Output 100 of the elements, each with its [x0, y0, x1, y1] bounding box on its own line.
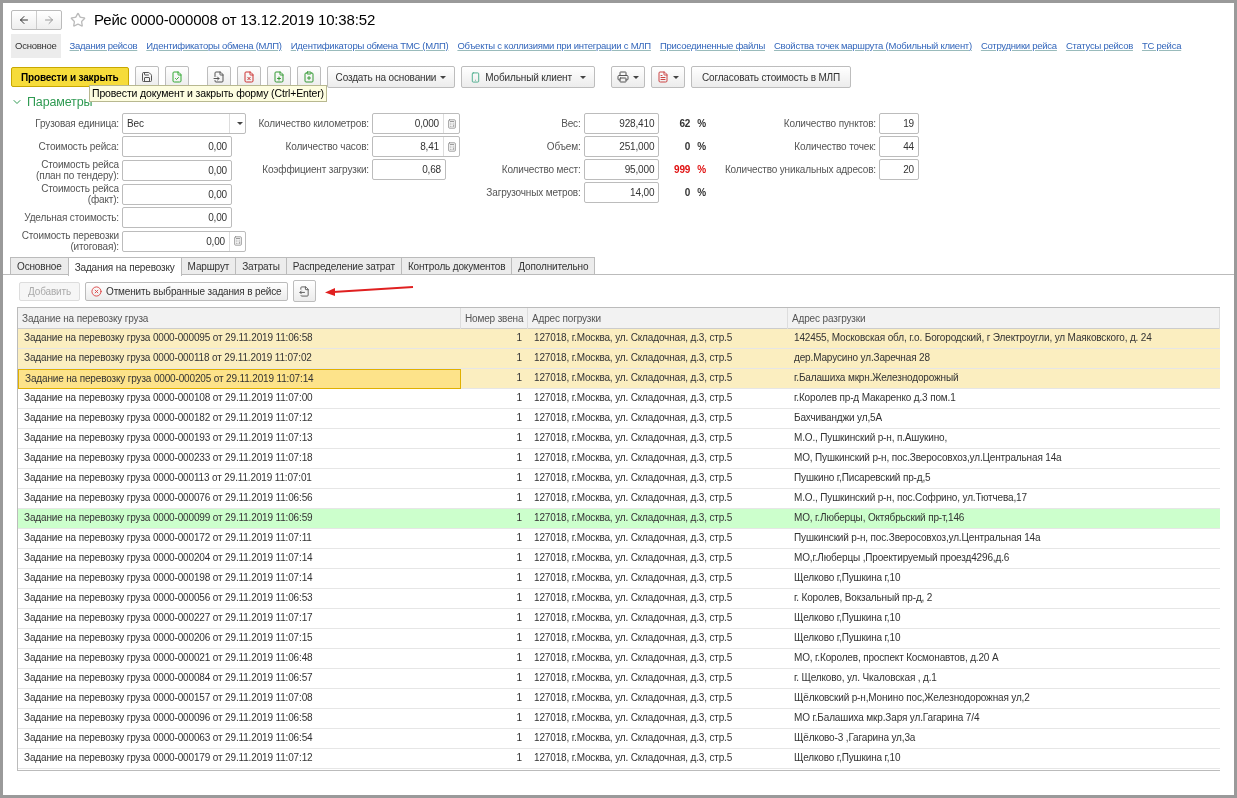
post-button[interactable] [164, 66, 189, 88]
number-field[interactable]: 0,00 [122, 207, 232, 228]
table-cell-text: 127018, г.Москва, ул. Складочная, д.3, стр.5 [533, 551, 734, 565]
nav-link[interactable]: Свойства точек маршрута (Мобильный клиент) [774, 38, 972, 54]
table-cell-text: 1 [515, 411, 523, 425]
tooltip: Провести документ и закрыть форму (Ctrl+Enter) [89, 85, 327, 102]
cancel-selected-button[interactable]: Отменить выбранные задания в рейсе [85, 281, 288, 301]
approve-cost-button[interactable]: Согласовать стоимость в МЛП [690, 66, 852, 88]
table-cell-text: 1 [515, 371, 523, 385]
table-cell-text: 127018, г.Москва, ул. Складочная, д.3, стр.5 [533, 471, 734, 485]
field-label: Стоимость рейса: [37, 141, 119, 152]
percent-value: 999 [673, 163, 691, 177]
table-cell-text: 127018, г.Москва, ул. Складочная, д.3, стр.5 [533, 611, 734, 625]
paste-button[interactable] [296, 66, 321, 88]
tab[interactable]: Дополнительно [511, 257, 596, 274]
table-row[interactable]: Задание на перевозку груза 0000-000076 от 29.11.2019 11:06:56 1 127018, г.Москва, ул. Складочная, д.3, стр.5 М.О., Пушкинский р-н, пос.Софрино, ул.Тютчева,17 [18, 489, 1220, 509]
window-title: Рейс 0000-000008 от 13.12.2019 10:38:52 [94, 9, 376, 30]
nav-link[interactable]: Статусы рейсов [1065, 38, 1133, 54]
select-field[interactable]: Вес [122, 113, 246, 134]
table-cell-text: 1 [515, 511, 523, 525]
number-field[interactable]: 0,68 [372, 159, 446, 180]
table-cell-text: 1 [515, 711, 523, 725]
table-cell: Задание на перевозку груза 0000-000205 от 29.11.2019 11:07:14 [18, 369, 461, 389]
report-button[interactable] [650, 66, 685, 88]
table-cell-text: г.Королев пр-д Макаренко д.3 пом.1 [793, 391, 957, 405]
table-row[interactable]: Задание на перевозку груза 0000-000099 от 29.11.2019 11:06:59 1 127018, г.Москва, ул. Складочная, д.3, стр.5 МО, г.Люберцы, Октябрьский пр-т,146 [18, 509, 1220, 529]
star-icon[interactable] [70, 12, 86, 28]
table-cell-text: 127018, г.Москва, ул. Складочная, д.3, стр.5 [533, 431, 734, 445]
nav-link[interactable]: Объекты с коллизиями при интеграции с МЛП [457, 38, 651, 54]
number-field[interactable]: 19 [879, 113, 919, 134]
table-row[interactable]: Задание на перевозку груза 0000-000118 от 29.11.2019 11:07:02 1 127018, г.Москва, ул. Складочная, д.3, стр.5 дер.Марусино ул.Заречная 28 [18, 349, 1220, 369]
printer-icon [616, 71, 629, 83]
nav-link[interactable]: Идентификаторы обмена (МЛП) [146, 38, 282, 54]
document-arrow-icon [212, 71, 225, 83]
number-field[interactable]: 95,000 [583, 159, 660, 180]
table-row[interactable]: Задание на перевозку груза 0000-000205 от 29.11.2019 11:07:14 1 127018, г.Москва, ул. Складочная, д.3, стр.5 г.Балашиха мкрн.Железнодорожный [18, 369, 1220, 389]
table-cell-text: Задание на перевозку груза 0000-000182 от 29.11.2019 11:07:12 [23, 411, 314, 425]
document-cross-icon [242, 71, 255, 83]
tab[interactable]: Основное [10, 257, 69, 274]
table-cell-text: 127018, г.Москва, ул. Складочная, д.3, стр.5 [533, 531, 734, 545]
calculator-icon[interactable] [446, 141, 457, 152]
number-field[interactable]: 44 [879, 136, 919, 157]
tab[interactable]: Затраты [235, 257, 287, 274]
print-button[interactable] [610, 66, 645, 88]
document-button[interactable] [206, 66, 231, 88]
table-cell-text: Задание на перевозку груза 0000-000063 от 29.11.2019 11:06:54 [23, 731, 314, 745]
save-button[interactable] [134, 66, 159, 88]
field-label: Количество уникальных адресов: [723, 163, 876, 177]
number-field[interactable]: 0,00 [122, 159, 232, 181]
table-cell-text: 1 [515, 631, 523, 645]
tab[interactable]: Распределение затрат [285, 257, 402, 274]
nav-link[interactable]: Основное [11, 34, 61, 58]
table-cell-text: Щелково г,Пушкина г,10 [793, 611, 902, 625]
tab[interactable]: Маршрут [180, 257, 237, 274]
number-field[interactable]: 14,00 [583, 182, 660, 203]
mobile-client-button[interactable]: Мобильный клиент [461, 66, 595, 88]
table-cell-text: МО, г.Люберцы, Октябрьский пр-т,146 [793, 511, 966, 525]
table-cell-text: 127018, г.Москва, ул. Складочная, д.3, стр.5 [533, 571, 734, 585]
export-button[interactable] [292, 280, 316, 302]
forward-arrow-icon[interactable] [43, 14, 55, 26]
number-field[interactable]: 0,000 [372, 113, 460, 134]
percent-unit: % [697, 163, 706, 177]
table-cell-text: г.Балашиха мкрн.Железнодорожный [793, 371, 960, 385]
field-label: Количество пунктов: [782, 117, 876, 131]
caret-icon [632, 75, 639, 79]
nav-link[interactable]: ТС рейса [1141, 38, 1182, 54]
back-arrow-icon[interactable] [18, 14, 30, 26]
post-and-close-button[interactable]: Провести и закрыть [11, 67, 129, 87]
create-based-on-button[interactable]: Создать на основании [326, 66, 456, 88]
nav-link[interactable]: Присоединенные файлы [659, 38, 765, 54]
table-cell-text: 127018, г.Москва, ул. Складочная, д.3, стр.5 [533, 631, 734, 645]
table-cell-text: 127018, г.Москва, ул. Складочная, д.3, стр.5 [533, 411, 734, 425]
number-field[interactable]: 0,00 [122, 230, 246, 252]
tab[interactable]: Задания на перевозку [67, 257, 182, 276]
nav-link[interactable]: Сотрудники рейса [980, 38, 1057, 54]
table-row[interactable]: Задание на перевозку груза 0000-000204 от 29.11.2019 11:07:14 1 127018, г.Москва, ул. Складочная, д.3, стр.5 МО,г.Люберцы ,Проектируемый проезд4296,д.6 [18, 549, 1220, 569]
table-cell-text: 1 [515, 691, 523, 705]
table-cell-text: Задание на перевозку груза 0000-000198 от 29.11.2019 11:07:14 [23, 571, 314, 585]
number-field[interactable]: 251,000 [583, 136, 660, 157]
table-cell-text: Задание на перевозку груза 0000-000095 от 29.11.2019 11:06:58 [23, 331, 314, 345]
number-field[interactable]: 20 [879, 159, 919, 180]
calculator-icon[interactable] [446, 118, 457, 129]
table-cell-text: МО, г.Королев, проспект Космонавтов, д.20 А [793, 651, 1000, 665]
nav-link[interactable]: Идентификаторы обмена ТМС (МЛП) [290, 38, 449, 54]
number-field[interactable]: 8,41 [372, 136, 460, 157]
table-cell-text: 127018, г.Москва, ул. Складочная, д.3, стр.5 [533, 391, 734, 405]
table-cell-text: 127018, г.Москва, ул. Складочная, д.3, стр.5 [533, 331, 734, 345]
number-field[interactable]: 0,00 [122, 183, 232, 205]
table-row[interactable]: Задание на перевозку груза 0000-000095 от 29.11.2019 11:06:58 1 127018, г.Москва, ул. Складочная, д.3, стр.5 142455, Московская обл, г.о. Богородский, г Электроугли, ул Маяковского, д. 24 [18, 329, 1220, 349]
add-document-button[interactable] [266, 66, 291, 88]
tab[interactable]: Контроль документов [400, 257, 513, 274]
calculator-icon[interactable] [232, 236, 243, 246]
percent-unit: % [697, 117, 706, 131]
number-field[interactable]: 0,00 [122, 136, 232, 157]
table-cell-text: Задание на перевозку груза 0000-000076 от 29.11.2019 11:06:56 [23, 491, 314, 505]
number-field[interactable]: 928,410 [583, 113, 660, 134]
nav-link[interactable]: Задания рейсов [69, 38, 138, 54]
table-cell-text: 127018, г.Москва, ул. Складочная, д.3, стр.5 [533, 651, 734, 665]
table-cell-text: 127018, г.Москва, ул. Складочная, д.3, стр.5 [533, 711, 734, 725]
delete-document-button[interactable] [236, 66, 261, 88]
